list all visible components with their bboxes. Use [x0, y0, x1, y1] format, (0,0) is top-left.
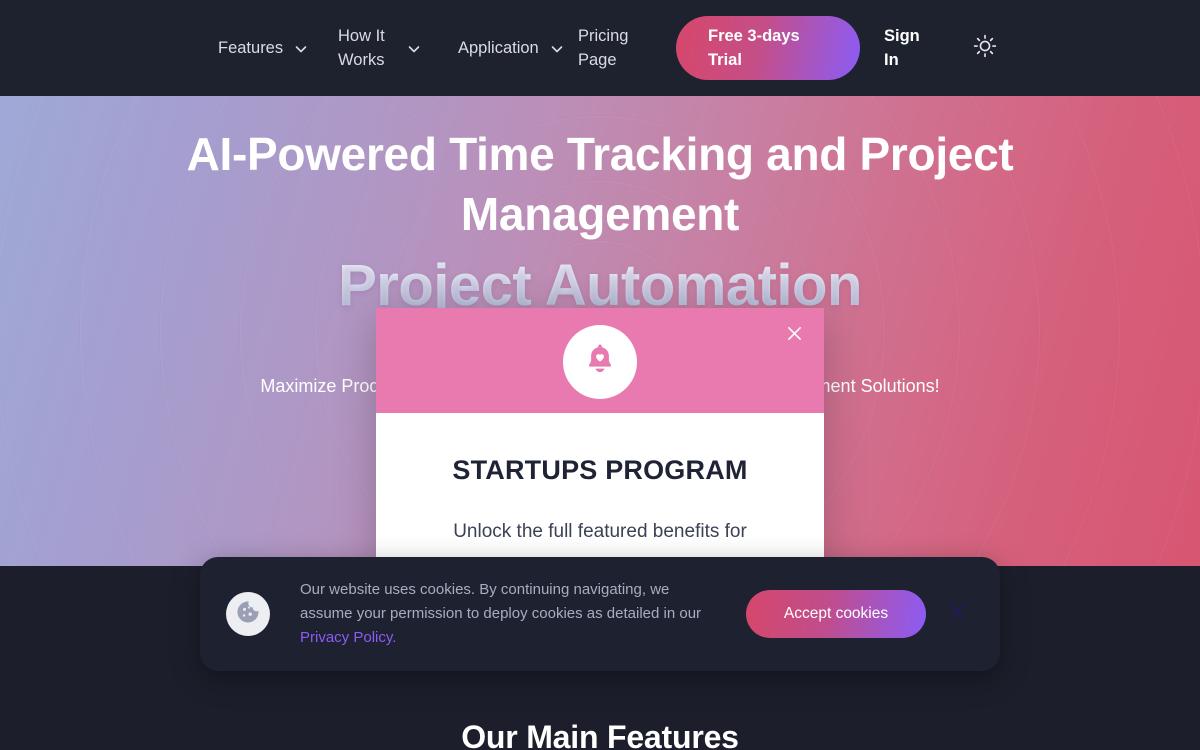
- chevron-down-icon: [406, 40, 422, 56]
- page-title: Our Main Features: [461, 719, 739, 750]
- accept-cookies-button[interactable]: Accept cookies: [746, 590, 926, 638]
- close-icon: [945, 600, 969, 629]
- hero-title: AI-Powered Time Tracking and Project Man…: [186, 128, 1014, 240]
- cookie-banner-close-button[interactable]: [944, 601, 970, 627]
- free-trial-button[interactable]: Free 3-days Trial: [676, 16, 860, 80]
- nav-item-label: How It Works: [338, 27, 385, 69]
- top-navigation-bar: Features How It Works Application Pricin…: [0, 0, 1200, 96]
- nav-item-pricing-page[interactable]: Pricing Page: [560, 24, 660, 72]
- free-trial-button-label: Free 3-days Trial: [708, 27, 800, 69]
- modal-description: Unlock the full featured benefits for: [453, 521, 747, 542]
- cookie-consent-text: Our website uses cookies. By continuing …: [300, 578, 722, 650]
- modal-body: STARTUPS PROGRAM Unlock the full feature…: [376, 413, 824, 547]
- nav-item-how-it-works[interactable]: How It Works: [320, 24, 440, 72]
- theme-toggle-button[interactable]: [970, 33, 1000, 63]
- nav-item-label: Pricing Page: [578, 27, 629, 69]
- nav-item-application[interactable]: Application: [440, 36, 563, 60]
- bell-heart-icon: [580, 339, 620, 384]
- nav-item-features[interactable]: Features: [200, 36, 320, 60]
- nav-items-container: Features How It Works Application Pricin…: [200, 16, 1000, 80]
- nav-item-label: Features: [218, 39, 284, 57]
- modal-title: STARTUPS PROGRAM: [452, 455, 748, 485]
- modal-header: [376, 308, 824, 413]
- chevron-down-icon: [293, 40, 309, 56]
- cookie-icon-circle: [226, 592, 270, 636]
- page-root: Features How It Works Application Pricin…: [0, 0, 1200, 750]
- sun-icon: [972, 33, 998, 64]
- close-icon: [784, 323, 805, 349]
- modal-close-button[interactable]: [782, 324, 806, 348]
- cookie-consent-banner: Our website uses cookies. By continuing …: [200, 557, 1000, 671]
- sign-in-link[interactable]: Sign In: [876, 24, 928, 72]
- privacy-policy-link[interactable]: Privacy Policy.: [300, 629, 396, 646]
- nav-item-label: Application: [458, 39, 539, 57]
- cookie-icon: [234, 598, 262, 631]
- cookie-text-body: Our website uses cookies. By continuing …: [300, 581, 702, 622]
- modal-icon-circle: [563, 324, 637, 399]
- startups-program-modal: STARTUPS PROGRAM Unlock the full feature…: [376, 308, 824, 570]
